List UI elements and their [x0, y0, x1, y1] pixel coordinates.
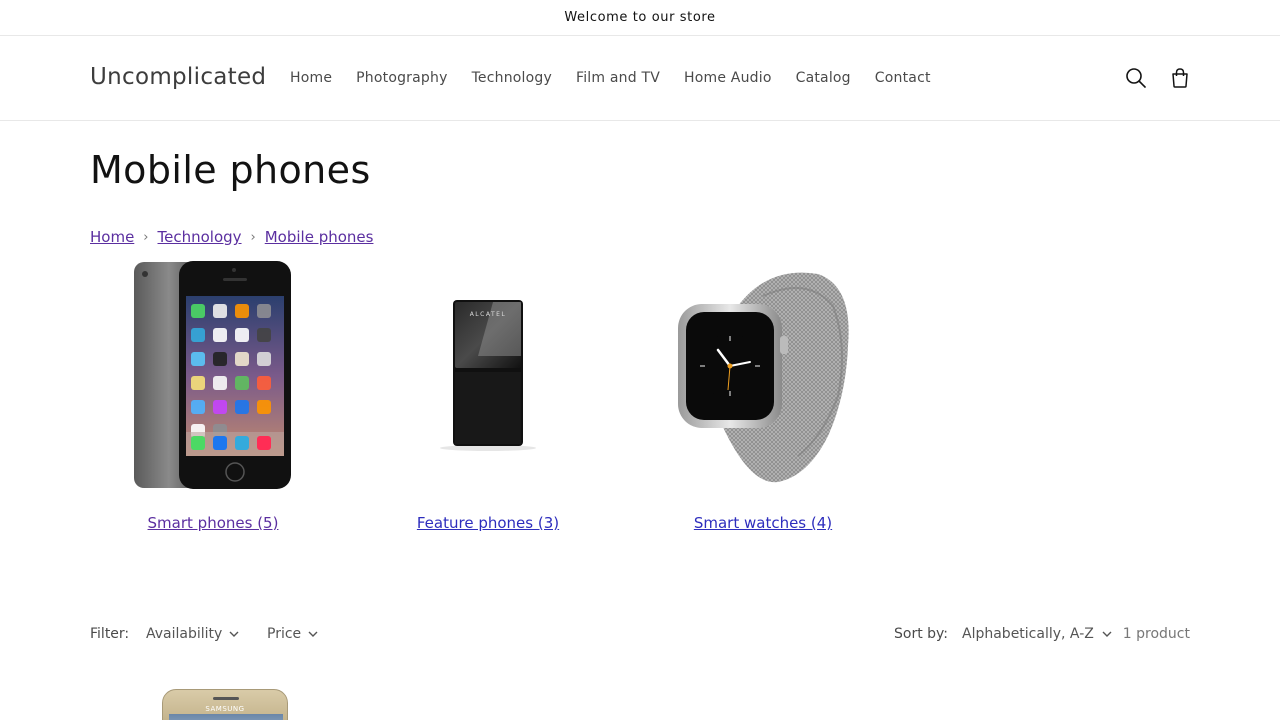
collection-card-smart-watches[interactable]: Smart watches (4)	[638, 258, 888, 532]
breadcrumb-home[interactable]: Home	[90, 228, 134, 246]
feature-phone-brand: ALCATEL	[470, 311, 507, 318]
filter-price[interactable]: Price	[267, 626, 318, 642]
nav-catalog[interactable]: Catalog	[784, 70, 863, 86]
filter-availability[interactable]: Availability	[146, 626, 239, 642]
sort-select[interactable]: Alphabetically, A-Z	[962, 626, 1112, 642]
filter-price-label: Price	[267, 626, 302, 642]
nav-film-and-tv[interactable]: Film and TV	[564, 70, 672, 86]
phone-screen	[169, 714, 283, 720]
search-button[interactable]	[1120, 62, 1152, 94]
page-title: Mobile phones	[90, 148, 371, 192]
collection-card-feature-phones[interactable]: ALCATEL Feature phones (3)	[363, 258, 613, 532]
feature-phone-image[interactable]: ALCATEL	[363, 258, 613, 494]
announcement-text: Welcome to our store	[564, 10, 716, 25]
search-icon	[1126, 68, 1146, 88]
breadcrumb-mobile-phones[interactable]: Mobile phones	[265, 228, 374, 246]
collection-link-smart-phones[interactable]: Smart phones (5)	[88, 514, 338, 532]
breadcrumb: Home › Technology › Mobile phones	[90, 228, 373, 246]
chevron-down-icon	[308, 631, 318, 637]
site-header: Uncomplicated Home Photography Technolog…	[0, 36, 1280, 121]
product-card-image[interactable]: SAMSUNG	[162, 689, 288, 720]
product-count: 1 product	[1122, 626, 1190, 642]
breadcrumb-separator: ›	[250, 229, 256, 245]
chevron-down-icon	[1102, 631, 1112, 637]
main-nav: Home Photography Technology Film and TV …	[278, 36, 943, 120]
nav-photography[interactable]: Photography	[344, 70, 459, 86]
collection-link-feature-phones[interactable]: Feature phones (3)	[363, 514, 613, 532]
nav-technology[interactable]: Technology	[460, 70, 564, 86]
phone-speaker	[213, 697, 239, 700]
nav-contact[interactable]: Contact	[863, 70, 943, 86]
smart-watch-image[interactable]	[638, 258, 888, 494]
breadcrumb-technology[interactable]: Technology	[158, 228, 242, 246]
filter-label: Filter:	[90, 626, 130, 642]
filter-bar: Filter: Availability Price Sort by: Alph…	[90, 624, 1190, 646]
cart-icon	[1172, 68, 1188, 88]
sort-label: Sort by:	[894, 626, 949, 642]
sort-value: Alphabetically, A-Z	[962, 626, 1094, 642]
smartphone-image[interactable]	[88, 258, 338, 494]
nav-home-audio[interactable]: Home Audio	[672, 70, 784, 86]
cart-button[interactable]	[1164, 62, 1196, 94]
chevron-down-icon	[229, 631, 239, 637]
nav-home[interactable]: Home	[278, 70, 344, 86]
product-brand: SAMSUNG	[205, 705, 245, 713]
collection-card-smart-phones[interactable]: Smart phones (5)	[88, 258, 338, 532]
breadcrumb-separator: ›	[143, 229, 149, 245]
store-logo[interactable]: Uncomplicated	[90, 64, 266, 90]
filter-availability-label: Availability	[146, 626, 223, 642]
collection-link-smart-watches[interactable]: Smart watches (4)	[638, 514, 888, 532]
announcement-bar: Welcome to our store	[0, 0, 1280, 36]
